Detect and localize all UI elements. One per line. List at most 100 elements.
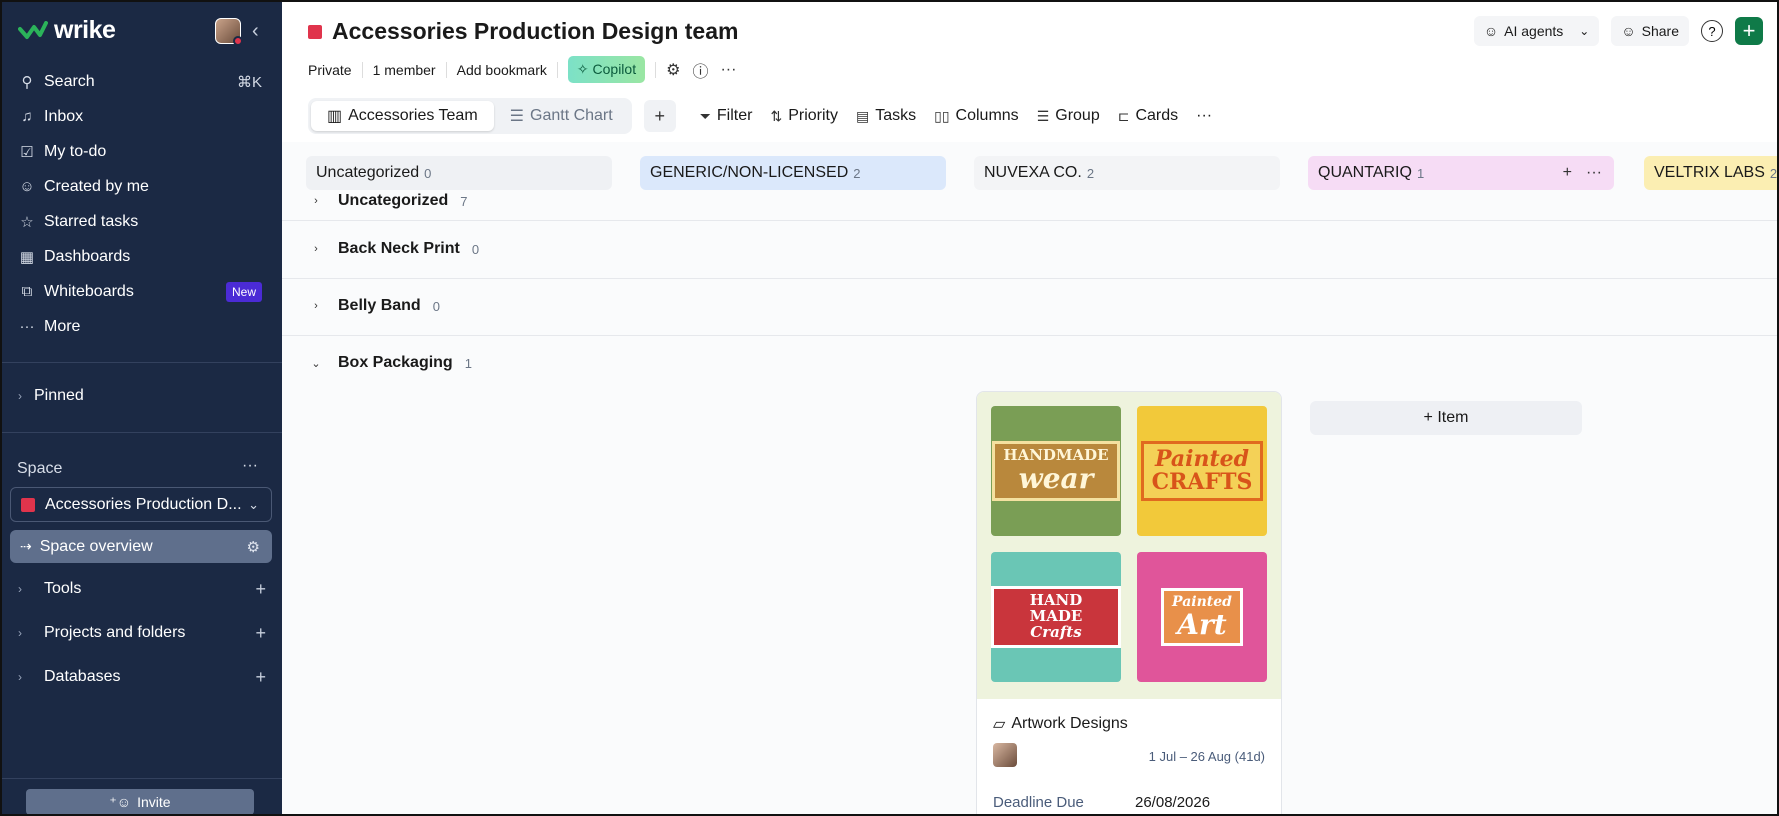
swimlane-belly-band[interactable]: › Belly Band 0: [308, 297, 440, 315]
group-count: 0: [471, 241, 480, 257]
task-card[interactable]: HANDMADE wear Painted CRAFTS HAND MADE C…: [976, 391, 1282, 814]
page-title[interactable]: Accessories Production Design team: [332, 18, 738, 45]
column-count: 2: [1769, 165, 1778, 181]
overview-icon: ⇢: [20, 538, 32, 554]
swimlane-box-packaging[interactable]: ⌄ Box Packaging 1: [308, 354, 472, 372]
checklist-icon: ☑: [20, 143, 34, 161]
group-button[interactable]: ☰ Group: [1037, 107, 1100, 125]
app-window: wrike ‹ ⚲ Search ⌘K ♫ Inbox ☑ My to-do ☺…: [0, 0, 1779, 816]
sidebar-item-created-by-me[interactable]: ☺ Created by me: [2, 169, 282, 204]
swimlane-uncategorized[interactable]: › Uncategorized 7: [308, 192, 467, 210]
chevron-right-icon: ›: [18, 626, 22, 640]
sidebar-item-dashboards[interactable]: ▦ Dashboards: [2, 239, 282, 274]
group-count: 0: [432, 298, 440, 314]
sidebar: wrike ‹ ⚲ Search ⌘K ♫ Inbox ☑ My to-do ☺…: [2, 2, 282, 814]
column-header-generic[interactable]: GENERIC/NON-LICENSED 2: [640, 156, 946, 190]
space-menu-icon[interactable]: ···: [242, 457, 258, 475]
pinned-label: Pinned: [34, 387, 84, 404]
add-icon[interactable]: +: [255, 579, 266, 600]
add-bookmark-link[interactable]: Add bookmark: [457, 62, 547, 78]
column-count: 2: [1086, 165, 1095, 181]
tile-line: HAND MADE: [1029, 591, 1083, 626]
more-toolbar-icon[interactable]: ···: [1196, 107, 1212, 125]
card-title[interactable]: ▱ Artwork Designs: [993, 714, 1128, 734]
invite-button[interactable]: ⁺☺ Invite: [26, 789, 254, 814]
tree-label: Tools: [44, 580, 82, 597]
field-value[interactable]: 26/08/2026: [1135, 794, 1210, 811]
sidebar-item-projects[interactable]: › Projects and folders +: [18, 623, 266, 644]
space-color-icon: [21, 497, 35, 512]
cards-button[interactable]: ⊏ Cards: [1118, 107, 1178, 125]
notification-dot: [233, 36, 243, 46]
separator: [445, 61, 447, 78]
sidebar-item-my-todo[interactable]: ☑ My to-do: [2, 134, 282, 169]
sidebar-item-label: Starred tasks: [44, 212, 139, 230]
members-link[interactable]: 1 member: [373, 62, 436, 78]
sidebar-item-search[interactable]: ⚲ Search ⌘K: [2, 64, 282, 99]
space-overview-label: Space overview: [39, 537, 153, 555]
create-new-button[interactable]: +: [1735, 17, 1763, 45]
ai-agents-button[interactable]: ☺ AI agents ⌄: [1473, 16, 1600, 46]
more-options-icon[interactable]: ···: [1586, 164, 1602, 182]
share-button[interactable]: ☺ Share: [1611, 16, 1689, 46]
sidebar-item-more[interactable]: ··· More: [2, 309, 282, 344]
copilot-button[interactable]: ✧ Copilot: [567, 56, 646, 83]
gear-icon[interactable]: ⚙: [247, 538, 260, 556]
space-selector[interactable]: Accessories Production D... ⌄: [10, 487, 272, 522]
swimlane-back-neck-print[interactable]: › Back Neck Print 0: [308, 240, 479, 258]
sidebar-item-pinned[interactable]: › Pinned: [18, 387, 84, 405]
sidebar-item-whiteboards[interactable]: ⧉ Whiteboards New: [2, 274, 282, 309]
cards-icon: ⊏: [1117, 107, 1130, 124]
view-tabs: ▥ Accessories Team ☰ Gantt Chart: [308, 98, 632, 134]
column-header-quantariq[interactable]: QUANTARIQ 1 + ···: [1308, 156, 1614, 190]
tasks-button[interactable]: ▤ Tasks: [856, 107, 916, 125]
separator: [556, 61, 558, 78]
search-icon: ⚲: [21, 73, 33, 91]
add-view-button[interactable]: +: [643, 100, 676, 132]
tab-accessories-team[interactable]: ▥ Accessories Team: [311, 101, 494, 131]
add-icon[interactable]: +: [255, 623, 266, 644]
priority-button[interactable]: ⇅ Priority: [770, 107, 838, 125]
sidebar-item-databases[interactable]: › Databases +: [18, 667, 266, 688]
collapse-sidebar-icon[interactable]: ‹: [252, 20, 259, 43]
assignee-avatar[interactable]: [993, 743, 1017, 767]
add-icon[interactable]: +: [255, 667, 266, 688]
sidebar-item-starred[interactable]: ☆ Starred tasks: [2, 204, 282, 239]
add-icon[interactable]: +: [1563, 164, 1572, 182]
card-dates[interactable]: 1 Jul – 26 Aug (41d): [1149, 749, 1265, 764]
board-icon: ▥: [327, 108, 343, 125]
chevron-right-icon: ›: [18, 582, 22, 596]
filter-button[interactable]: ⏷ Filter: [700, 107, 753, 125]
user-avatar[interactable]: [215, 18, 243, 46]
info-icon[interactable]: ⓘ: [692, 58, 708, 82]
space-overview-item[interactable]: ⇢ Space overview ⚙: [10, 530, 272, 563]
chevron-right-icon: ›: [314, 300, 318, 312]
tool-label: Columns: [955, 107, 1019, 124]
help-icon[interactable]: ?: [1701, 20, 1723, 42]
column-label: NUVEXA CO.: [984, 164, 1082, 181]
more-options-icon[interactable]: ···: [720, 61, 736, 79]
invite-icon: ⁺☺: [109, 793, 132, 810]
privacy-label[interactable]: Private: [308, 62, 352, 78]
sidebar-divider: [2, 362, 282, 363]
add-item-button[interactable]: + Item: [1310, 401, 1582, 435]
wrike-logo[interactable]: wrike: [18, 16, 116, 45]
columns-button[interactable]: ▯▯ Columns: [934, 107, 1019, 125]
dots-icon: ···: [19, 318, 35, 335]
settings-gear-icon[interactable]: ⚙: [666, 60, 680, 80]
column-header-veltrix[interactable]: VELTRIX LABS 2: [1644, 156, 1778, 190]
sidebar-item-inbox[interactable]: ♫ Inbox: [2, 99, 282, 134]
cover-tile-label: Painted CRAFTS: [1140, 440, 1264, 502]
wrike-check-icon: [18, 20, 48, 39]
column-count: 1: [1416, 165, 1425, 181]
chevron-right-icon: ›: [18, 670, 22, 684]
cover-tile: Painted CRAFTS: [1137, 406, 1267, 536]
sidebar-item-tools[interactable]: › Tools +: [18, 579, 266, 600]
tile-line: Painted: [1154, 445, 1250, 472]
column-header-nuvexa[interactable]: NUVEXA CO. 2: [974, 156, 1280, 190]
column-label: QUANTARIQ: [1318, 164, 1412, 181]
group-divider: [282, 278, 1777, 279]
star-icon: ☆: [20, 213, 34, 231]
tab-gantt-chart[interactable]: ☰ Gantt Chart: [494, 101, 629, 131]
column-header-uncategorized[interactable]: Uncategorized 0: [306, 156, 612, 190]
